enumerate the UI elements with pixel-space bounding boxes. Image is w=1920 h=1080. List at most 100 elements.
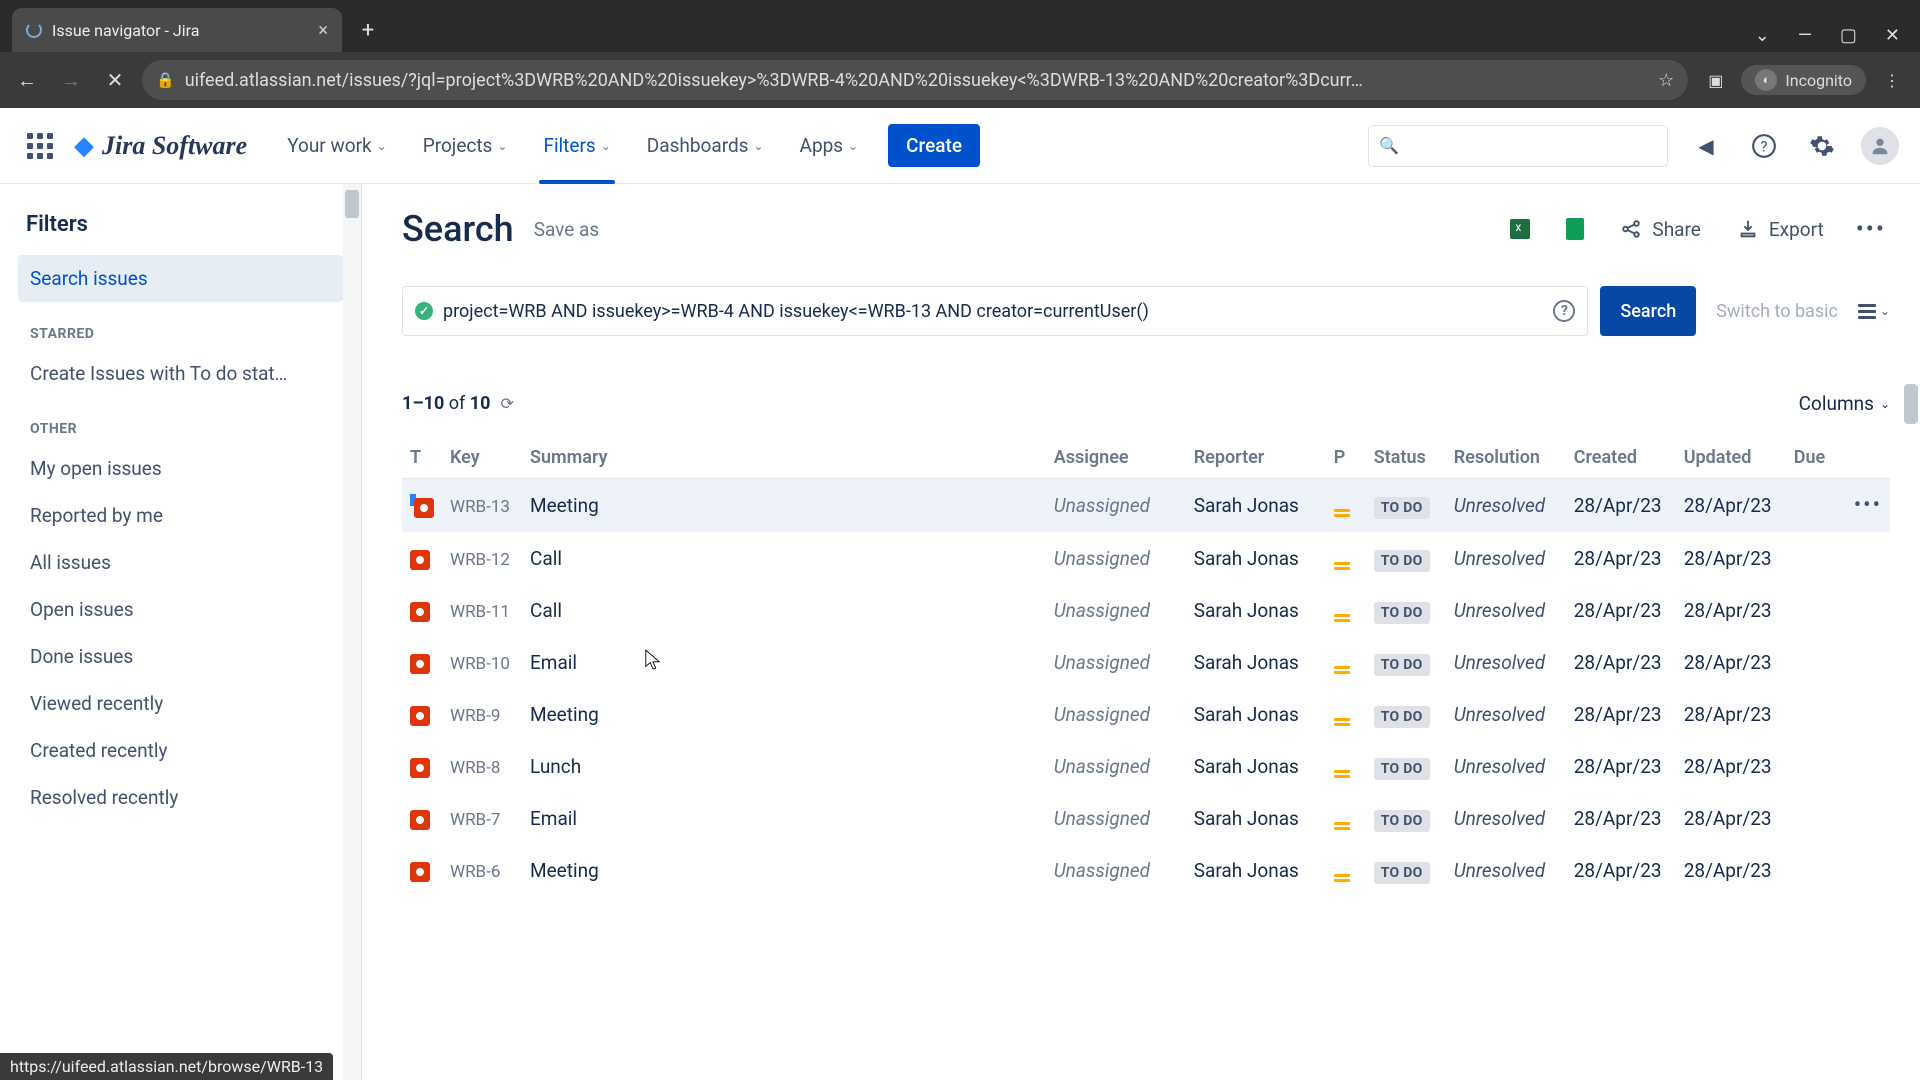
export-gsheet-button[interactable] [1558,212,1592,246]
row-more-actions[interactable]: ••• [1854,493,1882,518]
issue-key-link[interactable]: WRB-11 [450,602,510,622]
tab-search-icon[interactable]: ⌄ [1755,25,1770,46]
table-row[interactable]: WRB-11CallUnassignedSarah JonasTO DOUnre… [402,584,1890,636]
sidebar-item[interactable]: Open issues [18,586,343,633]
new-tab-button[interactable]: + [350,12,386,48]
sidebar-scrollbar[interactable] [343,184,361,1080]
minimize-button[interactable]: ― [1798,25,1812,46]
nav-dashboards[interactable]: Dashboards⌄ [633,108,778,184]
jira-logo[interactable]: ◆ Jira Software [74,131,247,161]
share-label: Share [1652,218,1700,241]
stop-reload-button[interactable]: ✕ [98,63,132,97]
issue-type-icon [410,810,430,830]
refresh-icon[interactable]: ⟳ [500,394,513,413]
table-row[interactable]: WRB-10EmailUnassignedSarah JonasTO DOUnr… [402,636,1890,688]
table-row[interactable]: WRB-12CallUnassignedSarah JonasTO DOUnre… [402,532,1890,584]
issue-key-link[interactable]: WRB-13 [450,497,510,517]
app-switcher-icon[interactable] [20,126,60,166]
close-window-button[interactable]: ✕ [1885,25,1900,46]
col-type[interactable]: T [402,437,442,479]
jql-help-icon[interactable]: ? [1553,300,1575,322]
col-due[interactable]: Due [1786,437,1846,479]
back-button[interactable]: ← [10,63,44,97]
bookmark-icon[interactable]: ☆ [1658,70,1674,91]
switch-to-basic-link[interactable]: Switch to basic [1708,301,1846,322]
issues-table: T Key Summary Assignee Reporter P Status… [402,437,1890,896]
issue-summary-link[interactable]: Call [530,547,562,570]
extensions-icon[interactable]: ▣ [1708,71,1723,90]
table-row[interactable]: WRB-9MeetingUnassignedSarah JonasTO DOUn… [402,688,1890,740]
col-resolution[interactable]: Resolution [1446,437,1566,479]
table-row[interactable]: WRB-6MeetingUnassignedSarah JonasTO DOUn… [402,844,1890,896]
nav-projects[interactable]: Projects⌄ [409,108,522,184]
browser-tab[interactable]: Issue navigator - Jira × [12,8,342,52]
sidebar-group-other: OTHER [30,421,331,437]
table-row[interactable]: WRB-8LunchUnassignedSarah JonasTO DOUnre… [402,740,1890,792]
sidebar-item[interactable]: Resolved recently [18,774,343,821]
create-button[interactable]: Create [888,124,980,167]
status-lozenge: TO DO [1374,497,1430,519]
issue-summary-link[interactable]: Meeting [530,703,599,726]
issue-summary-link[interactable]: Email [530,807,577,830]
issue-key-link[interactable]: WRB-9 [450,706,500,726]
issue-summary-link[interactable]: Meeting [530,494,599,517]
help-icon[interactable]: ? [1744,126,1784,166]
save-as-button[interactable]: Save as [534,218,600,241]
share-button[interactable]: Share [1612,212,1708,247]
main-scrollbar[interactable] [1904,384,1918,424]
jira-logo-text: Jira Software [102,131,247,161]
filters-sidebar: Filters Search issues STARRED Create Iss… [0,184,362,1080]
updated-value: 28/Apr/23 [1684,599,1772,622]
issue-key-link[interactable]: WRB-6 [450,862,500,882]
notifications-icon[interactable]: ◀ [1686,126,1726,166]
sidebar-item[interactable]: Created recently [18,727,343,774]
col-reporter[interactable]: Reporter [1186,437,1326,479]
table-row[interactable]: WRB-7EmailUnassignedSarah JonasTO DOUnre… [402,792,1890,844]
export-excel-button[interactable] [1502,213,1538,245]
resolution-value: Unresolved [1454,807,1545,830]
issue-key-link[interactable]: WRB-7 [450,810,500,830]
col-key[interactable]: Key [442,437,522,479]
tab-close-button[interactable]: × [318,20,328,41]
browser-menu-button[interactable]: ⋮ [1884,71,1900,90]
col-status[interactable]: Status [1366,437,1446,479]
sidebar-item[interactable]: All issues [18,539,343,586]
nav-your-work[interactable]: Your work⌄ [273,108,401,184]
export-button[interactable]: Export [1729,212,1832,247]
sidebar-item[interactable]: Create Issues with To do stat… [18,350,343,397]
sidebar-item[interactable]: Reported by me [18,492,343,539]
sidebar-search-issues[interactable]: Search issues [18,255,343,302]
incognito-badge[interactable]: ◐ Incognito [1741,65,1866,95]
sidebar-item[interactable]: Done issues [18,633,343,680]
issue-summary-link[interactable]: Email [530,651,577,674]
jql-input[interactable]: ✓ project=WRB AND issuekey>=WRB-4 AND is… [402,286,1588,336]
col-assignee[interactable]: Assignee [1046,437,1186,479]
issue-summary-link[interactable]: Lunch [530,755,581,778]
global-search-input[interactable]: 🔍 [1368,125,1668,167]
col-created[interactable]: Created [1566,437,1676,479]
reporter-value: Sarah Jonas [1194,599,1299,622]
issue-key-link[interactable]: WRB-12 [450,550,510,570]
page-title: Search [402,208,514,250]
issue-summary-link[interactable]: Meeting [530,859,599,882]
col-updated[interactable]: Updated [1676,437,1786,479]
search-button[interactable]: Search [1600,286,1696,336]
sidebar-item[interactable]: My open issues [18,445,343,492]
url-bar[interactable]: 🔒 uifeed.atlassian.net/issues/?jql=proje… [142,60,1688,100]
view-switcher[interactable]: ⌄ [1858,304,1890,319]
issue-key-link[interactable]: WRB-10 [450,654,510,674]
nav-filters[interactable]: Filters⌄ [529,108,624,184]
issue-key-link[interactable]: WRB-8 [450,758,500,778]
sidebar-item[interactable]: Viewed recently [18,680,343,727]
issue-summary-link[interactable]: Call [530,599,562,622]
nav-apps[interactable]: Apps⌄ [786,108,873,184]
table-row[interactable]: WRB-13MeetingUnassignedSarah JonasTO DOU… [402,479,1890,533]
more-actions-button[interactable]: ••• [1852,211,1890,247]
maximize-button[interactable]: ▢ [1840,25,1857,46]
settings-icon[interactable] [1802,126,1842,166]
profile-avatar[interactable] [1860,126,1900,166]
col-summary[interactable]: Summary [522,437,1046,479]
browser-chrome: Issue navigator - Jira × + ⌄ ― ▢ ✕ ← → ✕… [0,0,1920,108]
columns-button[interactable]: Columns ⌄ [1799,392,1890,415]
col-priority[interactable]: P [1326,437,1366,479]
